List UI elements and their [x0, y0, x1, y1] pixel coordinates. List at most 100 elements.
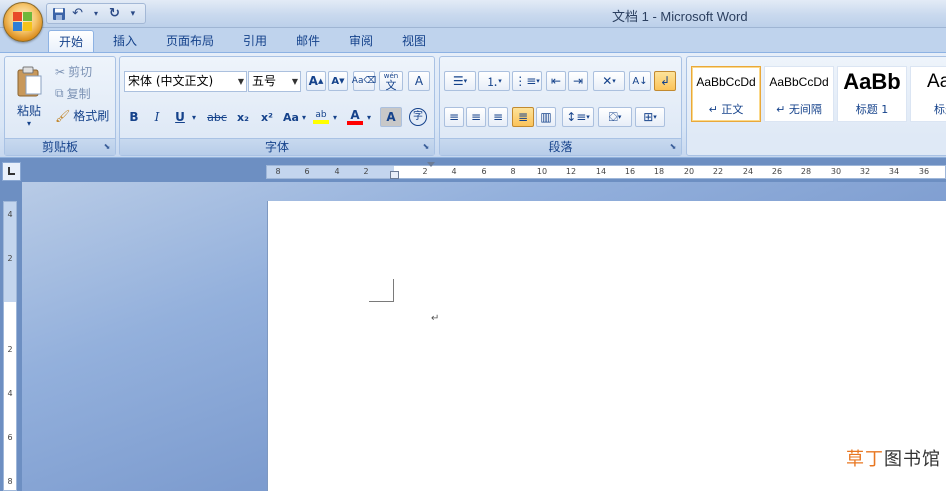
style-sample: AaB	[927, 71, 946, 92]
dialog-launcher-icon[interactable]: ⬊	[421, 142, 431, 152]
highlight-button[interactable]: ab	[310, 107, 332, 127]
sort-button[interactable]: A↓	[629, 71, 651, 91]
style-tile-heading-1[interactable]: AaBb 标题 1	[837, 66, 907, 122]
align-left-button[interactable]: ≡	[444, 107, 464, 127]
paste-icon	[17, 66, 42, 97]
show-marks-button[interactable]: ↲	[654, 71, 676, 91]
paste-button[interactable]: 粘贴 ▾	[9, 60, 49, 134]
ruler-tick: 6	[481, 167, 487, 176]
style-name: ↵ 无间隔	[776, 103, 822, 116]
line-spacing-button[interactable]: ↕≡ ▾	[562, 107, 594, 127]
chinese-layout-button[interactable]: ✕ ▾	[593, 71, 625, 91]
ruler-tick: 6	[304, 167, 310, 176]
style-sample: AaBbCcDd	[696, 75, 756, 89]
decrease-indent-button[interactable]: ⇤	[546, 71, 566, 91]
multilevel-list-button[interactable]: ⋮≡ ▾	[512, 71, 542, 91]
dropdown-arrow-icon[interactable]: ▾	[367, 113, 371, 122]
font-color-glyph: A	[350, 108, 360, 122]
tab-insert[interactable]: 插入	[103, 30, 147, 52]
align-left-icon: ≡	[448, 110, 460, 124]
superscript-button[interactable]: x²	[256, 107, 278, 127]
style-tile-normal[interactable]: AaBbCcDd ↵ 正文	[691, 66, 761, 122]
bullet-list-icon: ☰	[452, 74, 464, 88]
phonetic-guide-button[interactable]: wén 文	[379, 71, 403, 91]
increase-indent-button[interactable]: ⇥	[568, 71, 588, 91]
tab-review[interactable]: 审阅	[339, 30, 383, 52]
strikethrough-button[interactable]: abc	[204, 107, 230, 127]
ruler-tick: 8	[7, 477, 13, 486]
redo-icon[interactable]: ↻	[106, 5, 122, 22]
style-tile-title[interactable]: AaB 标题	[910, 66, 946, 122]
bold-button[interactable]: B	[124, 107, 144, 127]
justify-button[interactable]: ≣	[512, 107, 534, 127]
watermark: 草丁图书馆	[846, 445, 941, 471]
copy-button[interactable]: ⧉ 复制	[55, 85, 91, 102]
dropdown-arrow-icon[interactable]: ▾	[88, 5, 104, 22]
align-right-button[interactable]: ≡	[488, 107, 508, 127]
change-case-button[interactable]: Aa	[280, 107, 302, 127]
tab-mailings[interactable]: 邮件	[286, 30, 330, 52]
char-border-button[interactable]: A	[408, 71, 430, 91]
ruler-tick: 4	[451, 167, 457, 176]
clipboard-group-label: 剪贴板	[5, 138, 115, 155]
copy-label: 复制	[66, 87, 91, 101]
paragraph-group-label: 段落	[440, 138, 681, 155]
tab-selector[interactable]	[2, 162, 21, 181]
dropdown-arrow-icon[interactable]: ▾	[302, 113, 306, 122]
document-page[interactable]: ↵	[267, 201, 946, 491]
highlight-glyph: ab	[315, 110, 327, 120]
ruler-tick: 14	[595, 167, 607, 176]
window-title: 文档 1 - Microsoft Word	[612, 9, 748, 24]
font-color-button[interactable]: A	[344, 107, 366, 127]
save-icon[interactable]	[51, 5, 67, 22]
increase-indent-icon: ⇥	[572, 74, 584, 88]
format-painter-button[interactable]: 🖌 格式刷	[55, 107, 109, 124]
grow-font-button[interactable]: A ▲	[306, 71, 326, 91]
dropdown-arrow-icon[interactable]: ▾	[333, 113, 337, 122]
char-shading-button[interactable]: A	[380, 107, 402, 127]
clear-format-icon: Aa⌫	[351, 76, 377, 86]
ruler-tick: 32	[859, 167, 871, 176]
styles-group: AaBbCcDd ↵ 正文 AaBbCcDd ↵ 无间隔 AaBb 标题 1 A…	[686, 56, 946, 156]
ribbon: 粘贴 ▾ ✂ 剪切 ⧉ 复制 🖌 格式刷 剪贴板 ⬊ 宋体 (中文正文) ▼ 五号 ▼ A…	[0, 52, 946, 158]
horizontal-ruler[interactable]: 8 6 4 2 2 4 6 8 10 12 14 16 18 20 22 24 …	[266, 162, 946, 179]
shading-button[interactable]: ⛋ ▾	[598, 107, 632, 127]
tab-references[interactable]: 引用	[233, 30, 277, 52]
italic-button[interactable]: I	[147, 107, 167, 127]
cut-button[interactable]: ✂ 剪切	[55, 63, 92, 80]
subscript-button[interactable]: x₂	[232, 107, 254, 127]
dropdown-arrow-icon[interactable]: ▾	[192, 113, 196, 122]
font-size-combo[interactable]: 五号 ▼	[248, 71, 301, 92]
cut-label: 剪切	[68, 65, 93, 79]
grow-font-glyph: A	[308, 74, 318, 88]
ruler-tick: 34	[888, 167, 900, 176]
borders-button[interactable]: ⊞ ▾	[635, 107, 665, 127]
tab-view[interactable]: 视图	[392, 30, 436, 52]
underline-button[interactable]: U	[170, 107, 190, 127]
char-border-glyph: A	[414, 74, 424, 88]
copy-icon: ⧉	[55, 86, 64, 100]
font-name-combo[interactable]: 宋体 (中文正文) ▼	[124, 71, 247, 92]
tab-home[interactable]: 开始	[48, 30, 94, 52]
distributed-button[interactable]: ▥	[536, 107, 556, 127]
enclose-chars-glyph: 字	[409, 108, 427, 126]
undo-icon[interactable]: ↶	[69, 5, 85, 22]
customize-qat-icon[interactable]: ▾	[125, 5, 141, 22]
first-line-indent-marker[interactable]	[427, 162, 435, 167]
hanging-indent-marker[interactable]	[390, 171, 399, 179]
clear-format-button[interactable]: Aa⌫	[351, 71, 377, 91]
numbering-button[interactable]: ⒈ ▾	[478, 71, 510, 91]
office-button[interactable]	[3, 2, 43, 42]
dialog-launcher-icon[interactable]: ⬊	[668, 142, 678, 152]
align-center-button[interactable]: ≡	[466, 107, 486, 127]
tab-page-layout[interactable]: 页面布局	[158, 30, 222, 52]
style-tile-no-spacing[interactable]: AaBbCcDd ↵ 无间隔	[764, 66, 834, 122]
multilevel-list-icon: ⋮≡	[514, 74, 537, 88]
dialog-launcher-icon[interactable]: ⬊	[102, 142, 112, 152]
shrink-font-button[interactable]: A ▼	[328, 71, 348, 91]
ruler-tick: 2	[7, 254, 13, 263]
chinese-layout-icon: ✕	[602, 74, 613, 88]
vertical-ruler[interactable]: 4 2 2 4 6 8	[3, 201, 17, 491]
enclose-chars-button[interactable]: 字	[407, 106, 429, 128]
bullets-button[interactable]: ☰ ▾	[444, 71, 476, 91]
